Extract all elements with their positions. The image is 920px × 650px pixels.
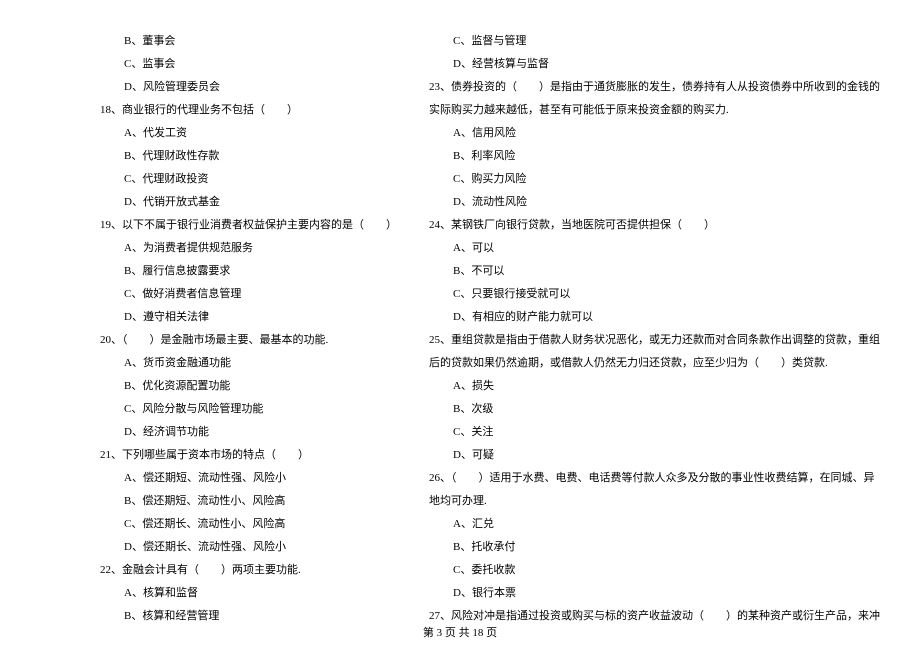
q23-stem-line2: 实际购买力越来越低，甚至有可能低于原来投资金额的购买力. <box>429 99 880 122</box>
q25-option-c: C、关注 <box>429 421 880 444</box>
q23-option-c: C、购买力风险 <box>429 168 880 191</box>
q24-option-c: C、只要银行接受就可以 <box>429 283 880 306</box>
q22-option-d: D、经营核算与监督 <box>429 53 880 76</box>
q26-option-b: B、托收承付 <box>429 536 880 559</box>
q25-option-a: A、损失 <box>429 375 880 398</box>
q20-stem: 20、（ ）是金融市场最主要、最基本的功能. <box>100 329 399 352</box>
q21-stem: 21、下列哪些属于资本市场的特点（ ） <box>100 444 399 467</box>
q25-option-d: D、可疑 <box>429 444 880 467</box>
right-column: C、监督与管理 D、经营核算与监督 23、债券投资的（ ）是指由于通货膨胀的发生… <box>429 30 880 628</box>
q23-option-d: D、流动性风险 <box>429 191 880 214</box>
q18-option-a: A、代发工资 <box>100 122 399 145</box>
q25-stem-line2: 后的贷款如果仍然逾期，或借款人仍然无力归还贷款，应至少归为（ ）类贷款. <box>429 352 880 375</box>
q26-option-a: A、汇兑 <box>429 513 880 536</box>
q26-stem-line2: 地均可办理. <box>429 490 880 513</box>
q19-option-b: B、履行信息披露要求 <box>100 260 399 283</box>
q22-option-a: A、核算和监督 <box>100 582 399 605</box>
q21-option-a: A、偿还期短、流动性强、风险小 <box>100 467 399 490</box>
q17-option-b: B、董事会 <box>100 30 399 53</box>
q26-option-d: D、银行本票 <box>429 582 880 605</box>
q18-option-c: C、代理财政投资 <box>100 168 399 191</box>
q24-option-a: A、可以 <box>429 237 880 260</box>
q19-option-c: C、做好消费者信息管理 <box>100 283 399 306</box>
q17-option-c: C、监事会 <box>100 53 399 76</box>
q19-stem: 19、以下不属于银行业消费者权益保护主要内容的是（ ） <box>100 214 399 237</box>
left-column: B、董事会 C、监事会 D、风险管理委员会 18、商业银行的代理业务不包括（ ）… <box>100 30 399 628</box>
q25-option-b: B、次级 <box>429 398 880 421</box>
q23-option-a: A、信用风险 <box>429 122 880 145</box>
q17-option-d: D、风险管理委员会 <box>100 76 399 99</box>
q18-option-d: D、代销开放式基金 <box>100 191 399 214</box>
q20-option-d: D、经济调节功能 <box>100 421 399 444</box>
q20-option-b: B、优化资源配置功能 <box>100 375 399 398</box>
q21-option-d: D、偿还期长、流动性强、风险小 <box>100 536 399 559</box>
q24-option-b: B、不可以 <box>429 260 880 283</box>
q22-stem: 22、金融会计具有（ ）两项主要功能. <box>100 559 399 582</box>
q19-option-a: A、为消费者提供规范服务 <box>100 237 399 260</box>
q26-option-c: C、委托收款 <box>429 559 880 582</box>
q24-stem: 24、某钢铁厂向银行贷款，当地医院可否提供担保（ ） <box>429 214 880 237</box>
page-footer: 第 3 页 共 18 页 <box>0 624 920 640</box>
q26-stem-line1: 26、（ ）适用于水费、电费、电话费等付款人众多及分散的事业性收费结算，在同城、… <box>429 467 880 490</box>
q19-option-d: D、遵守相关法律 <box>100 306 399 329</box>
q23-stem-line1: 23、债券投资的（ ）是指由于通货膨胀的发生，债券持有人从投资债券中所收到的金钱… <box>429 76 880 99</box>
q21-option-b: B、偿还期短、流动性小、风险高 <box>100 490 399 513</box>
q18-stem: 18、商业银行的代理业务不包括（ ） <box>100 99 399 122</box>
q21-option-c: C、偿还期长、流动性小、风险高 <box>100 513 399 536</box>
q20-option-a: A、货币资金融通功能 <box>100 352 399 375</box>
page-container: B、董事会 C、监事会 D、风险管理委员会 18、商业银行的代理业务不包括（ ）… <box>0 0 920 628</box>
q18-option-b: B、代理财政性存款 <box>100 145 399 168</box>
q20-option-c: C、风险分散与风险管理功能 <box>100 398 399 421</box>
q23-option-b: B、利率风险 <box>429 145 880 168</box>
q25-stem-line1: 25、重组贷款是指由于借款人财务状况恶化，或无力还款而对合同条款作出调整的贷款，… <box>429 329 880 352</box>
q22-option-c: C、监督与管理 <box>429 30 880 53</box>
q24-option-d: D、有相应的财产能力就可以 <box>429 306 880 329</box>
